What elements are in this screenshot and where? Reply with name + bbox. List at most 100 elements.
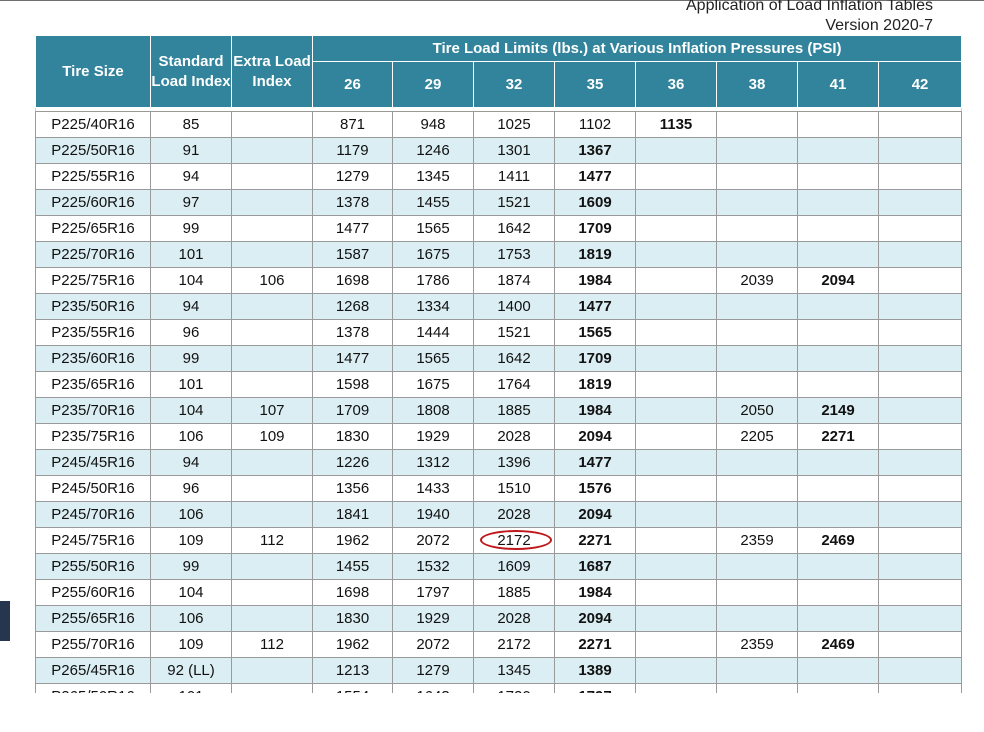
- load-32-psi-cell: 1025: [473, 111, 555, 138]
- load-36-psi-cell: [635, 605, 717, 632]
- load-29-psi-cell: 1334: [392, 293, 474, 320]
- load-38-psi-cell: [716, 163, 798, 190]
- load-32-psi-cell: 1720: [473, 683, 555, 693]
- standard-load-index-cell: 96: [150, 475, 232, 502]
- load-41-psi-cell: [797, 683, 879, 693]
- extra-load-index-cell: [231, 293, 313, 320]
- load-42-psi-cell: [877, 423, 962, 450]
- side-panel-tab[interactable]: [0, 601, 10, 641]
- load-29-psi-cell: 1444: [392, 319, 474, 346]
- load-38-psi-cell: [716, 241, 798, 268]
- load-36-psi-cell: [635, 267, 717, 294]
- load-42-psi-cell: [877, 449, 962, 476]
- load-29-psi-cell: 1312: [392, 449, 474, 476]
- standard-load-index-cell: 96: [150, 319, 232, 346]
- load-29-psi-cell: 1279: [392, 657, 474, 684]
- load-26-psi-cell: 1830: [312, 605, 393, 632]
- tire-size-cell: P235/50R16: [35, 293, 151, 320]
- load-38-psi-cell: [716, 345, 798, 372]
- load-26-psi-cell: 1477: [312, 215, 393, 242]
- load-41-psi-cell: [797, 657, 879, 684]
- load-32-psi-cell: 1753: [473, 241, 555, 268]
- tire-size-cell: P235/60R16: [35, 345, 151, 372]
- table-row: P235/70R16 104 107 1709 1808 1885 1984 2050 2149: [35, 397, 962, 424]
- tire-size-cell: P245/45R16: [35, 449, 151, 476]
- table-row: P235/65R16 101 1598 1675 1764 1819: [35, 371, 962, 398]
- load-42-psi-cell: [877, 111, 962, 138]
- psi-header-35: 35: [554, 61, 636, 108]
- load-41-psi-cell: [797, 111, 879, 138]
- load-38-psi-cell: [716, 137, 798, 164]
- load-38-psi-cell: [716, 293, 798, 320]
- load-41-psi-cell: [797, 475, 879, 502]
- highlight-oval: [480, 530, 552, 550]
- extra-load-index-cell: 106: [231, 267, 313, 294]
- load-32-psi-cell: 1400: [473, 293, 555, 320]
- extra-load-index-cell: [231, 553, 313, 580]
- tire-size-cell: P255/50R16: [35, 553, 151, 580]
- standard-load-index-cell: 106: [150, 605, 232, 632]
- table-row: P225/60R16 97 1378 1455 1521 1609: [35, 189, 962, 216]
- load-29-psi-cell: 1786: [392, 267, 474, 294]
- extra-load-index-cell: [231, 605, 313, 632]
- load-42-psi-cell: [877, 657, 962, 684]
- load-29-psi-cell: 1643: [392, 683, 474, 693]
- tire-size-cell: P225/65R16: [35, 215, 151, 242]
- load-41-psi-cell: [797, 449, 879, 476]
- table-row: P235/50R16 94 1268 1334 1400 1477: [35, 293, 962, 320]
- load-32-psi-cell: 2028: [473, 501, 555, 528]
- load-35-psi-cell: 2271: [554, 631, 636, 658]
- load-42-psi-cell: [877, 553, 962, 580]
- load-36-psi-cell: [635, 553, 717, 580]
- load-36-psi-cell: [635, 345, 717, 372]
- load-32-psi-cell: 2028: [473, 605, 555, 632]
- load-inflation-table: Tire Size Standard Load Index Extra Load…: [35, 35, 962, 693]
- load-32-psi-cell: 1885: [473, 579, 555, 606]
- load-32-psi-cell: 1885: [473, 397, 555, 424]
- standard-load-index-cell: 99: [150, 553, 232, 580]
- load-29-psi-cell: 1675: [392, 371, 474, 398]
- table-header: Tire Size Standard Load Index Extra Load…: [35, 35, 962, 112]
- psi-header-29: 29: [392, 61, 474, 108]
- load-38-psi-cell: [716, 189, 798, 216]
- load-26-psi-cell: 1962: [312, 631, 393, 658]
- load-41-psi-cell: [797, 163, 879, 190]
- table-row: P245/70R16 106 1841 1940 2028 2094: [35, 501, 962, 528]
- load-38-psi-cell: [716, 215, 798, 242]
- extra-load-index-cell: [231, 189, 313, 216]
- standard-load-index-cell: 99: [150, 345, 232, 372]
- load-29-psi-cell: 1433: [392, 475, 474, 502]
- table-row: P255/65R16 106 1830 1929 2028 2094: [35, 605, 962, 632]
- load-36-psi-cell: [635, 475, 717, 502]
- extra-load-index-cell: [231, 345, 313, 372]
- load-36-psi-cell: [635, 579, 717, 606]
- extra-load-index-cell: [231, 501, 313, 528]
- load-36-psi-cell: [635, 293, 717, 320]
- load-35-psi-cell: 2094: [554, 605, 636, 632]
- load-29-psi-cell: 1675: [392, 241, 474, 268]
- load-29-psi-cell: 1929: [392, 423, 474, 450]
- load-32-psi-cell: 1301: [473, 137, 555, 164]
- load-38-psi-cell: 2205: [716, 423, 798, 450]
- tire-size-cell: P235/65R16: [35, 371, 151, 398]
- extra-load-index-cell: [231, 163, 313, 190]
- extra-load-index-header: Extra Load Index: [231, 35, 313, 108]
- load-38-psi-cell: 2039: [716, 267, 798, 294]
- load-32-psi-cell: 1521: [473, 189, 555, 216]
- tire-size-cell: P255/70R16: [35, 631, 151, 658]
- standard-load-index-cell: 94: [150, 449, 232, 476]
- load-36-psi-cell: [635, 449, 717, 476]
- load-42-psi-cell: [877, 475, 962, 502]
- load-42-psi-cell: [877, 371, 962, 398]
- load-42-psi-cell: [877, 683, 962, 693]
- tire-size-cell: P235/70R16: [35, 397, 151, 424]
- standard-load-index-cell: 104: [150, 397, 232, 424]
- load-26-psi-cell: 1698: [312, 579, 393, 606]
- document-title: Application of Load Inflation Tables: [686, 0, 933, 14]
- load-41-psi-cell: [797, 501, 879, 528]
- tire-size-cell: P235/55R16: [35, 319, 151, 346]
- load-29-psi-cell: 1455: [392, 189, 474, 216]
- standard-load-index-cell: 101: [150, 683, 232, 693]
- load-32-psi-cell: 1642: [473, 345, 555, 372]
- load-42-psi-cell: [877, 241, 962, 268]
